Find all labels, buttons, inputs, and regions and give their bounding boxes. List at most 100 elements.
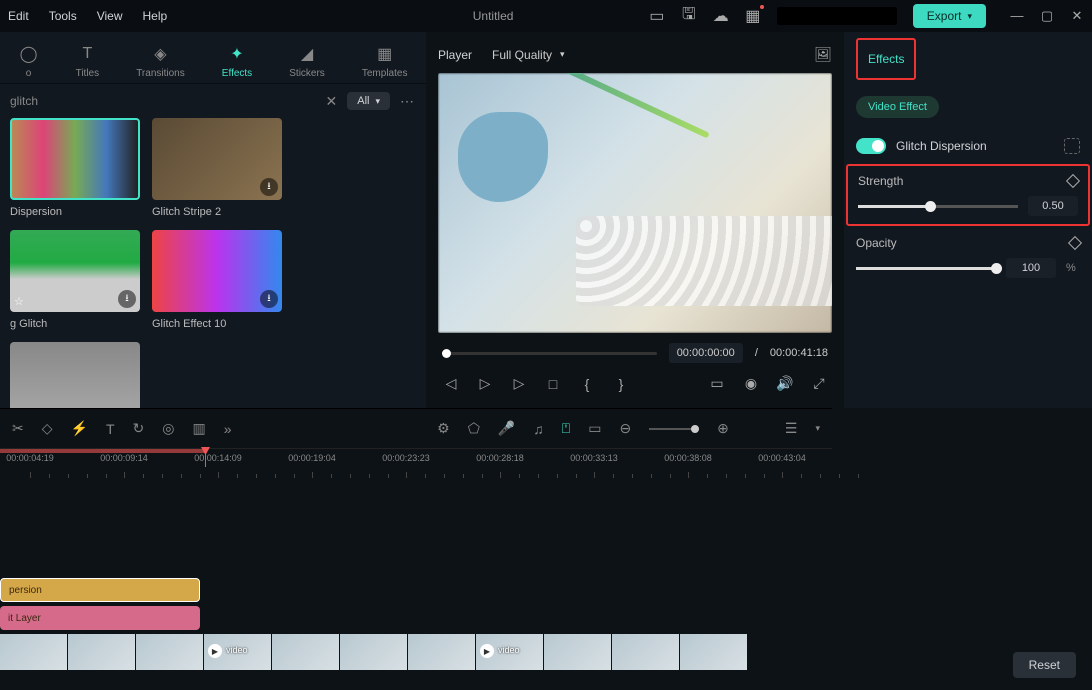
menu-edit[interactable]: Edit bbox=[8, 9, 29, 23]
video-clip[interactable] bbox=[136, 634, 204, 670]
list-icon[interactable]: ☰ bbox=[785, 420, 798, 437]
marker-icon[interactable]: ⬠ bbox=[468, 420, 480, 437]
play-outline-icon[interactable]: ▷ bbox=[510, 375, 528, 392]
video-clip[interactable] bbox=[0, 634, 68, 670]
text-icon[interactable]: T bbox=[106, 421, 115, 437]
effect-card[interactable]: ⭳ Glitch Effect 10 bbox=[152, 230, 282, 330]
scrub-knob[interactable] bbox=[442, 349, 451, 358]
play-icon[interactable]: ▷ bbox=[476, 375, 494, 392]
effect-thumb[interactable]: ⭳ bbox=[152, 230, 282, 312]
menu-tools[interactable]: Tools bbox=[49, 9, 77, 23]
keyframe-box-icon[interactable] bbox=[1064, 138, 1080, 154]
tab-titles[interactable]: TTitles bbox=[68, 40, 108, 83]
magnet-icon[interactable]: ⍞ bbox=[562, 420, 570, 437]
strength-value[interactable]: 0.50 bbox=[1028, 196, 1078, 216]
time-ruler[interactable]: 00:00:04:1900:00:09:1400:00:14:0900:00:1… bbox=[0, 448, 832, 478]
effect-card[interactable]: Dispersion bbox=[10, 118, 140, 218]
video-clip[interactable]: ▶video bbox=[476, 634, 544, 670]
video-clip[interactable] bbox=[340, 634, 408, 670]
reset-button[interactable]: Reset bbox=[1013, 652, 1076, 678]
camera-icon[interactable]: ◉ bbox=[742, 375, 760, 392]
video-clip[interactable] bbox=[680, 634, 748, 670]
effect-thumb[interactable]: ☆⭳ bbox=[10, 230, 140, 312]
rotate-icon[interactable]: ↻ bbox=[133, 420, 145, 437]
download-icon[interactable]: ⭳ bbox=[260, 290, 278, 308]
volume-icon[interactable]: 🔊 bbox=[776, 375, 794, 392]
effect-toggle[interactable] bbox=[856, 138, 886, 154]
effect-thumb[interactable] bbox=[10, 118, 140, 200]
layout-icon[interactable]: ▭ bbox=[649, 8, 665, 24]
save-icon[interactable]: 🖫 bbox=[681, 8, 697, 24]
video-track[interactable]: ▶video ▶video bbox=[0, 634, 832, 670]
opacity-value[interactable]: 100 bbox=[1006, 258, 1056, 278]
tab-effects[interactable]: ✦Effects bbox=[214, 40, 260, 83]
mark-out-icon[interactable]: } bbox=[612, 376, 630, 392]
prev-frame-icon[interactable]: ◁ bbox=[442, 375, 460, 392]
clear-search-icon[interactable]: ✕ bbox=[326, 93, 338, 110]
menu-help[interactable]: Help bbox=[143, 9, 168, 23]
keyframe-icon[interactable] bbox=[1066, 174, 1080, 188]
mask-icon[interactable]: ◎ bbox=[162, 420, 174, 437]
strength-slider[interactable] bbox=[858, 205, 1018, 208]
video-clip[interactable] bbox=[68, 634, 136, 670]
scrub-track[interactable] bbox=[442, 352, 657, 355]
stop-icon[interactable]: □ bbox=[544, 376, 562, 392]
search-query[interactable]: glitch bbox=[10, 94, 316, 108]
gear-icon[interactable]: ⚙ bbox=[437, 420, 450, 437]
download-icon[interactable]: ⭳ bbox=[260, 178, 278, 196]
star-icon[interactable]: ☆ bbox=[14, 295, 24, 308]
keyframe-icon[interactable] bbox=[1068, 236, 1082, 250]
preview-canvas[interactable] bbox=[438, 73, 832, 333]
zoom-out-icon[interactable]: ⊖ bbox=[619, 420, 631, 437]
export-button[interactable]: Export▾ bbox=[913, 4, 986, 28]
top-icons: ▭ 🖫 ☁ ▦ Export▾ — ▢ ✕ bbox=[649, 4, 1084, 28]
filter-all[interactable]: All▾ bbox=[347, 92, 390, 110]
display-icon[interactable]: ▭ bbox=[708, 375, 726, 392]
cloud-icon[interactable]: ☁ bbox=[713, 8, 729, 24]
ratio-icon[interactable]: ▭ bbox=[588, 420, 601, 437]
effect-clip[interactable]: persion bbox=[0, 578, 200, 602]
opacity-knob[interactable] bbox=[991, 263, 1002, 274]
quality-dropdown[interactable]: Full Quality▾ bbox=[492, 48, 565, 62]
cut-icon[interactable]: ✂ bbox=[12, 420, 24, 437]
opacity-slider[interactable] bbox=[856, 267, 996, 270]
video-clip[interactable] bbox=[272, 634, 340, 670]
video-clip[interactable] bbox=[544, 634, 612, 670]
fullscreen-icon[interactable]: ⤢ bbox=[810, 375, 828, 392]
tab-templates[interactable]: ▦Templates bbox=[354, 40, 416, 83]
strength-knob[interactable] bbox=[925, 201, 936, 212]
effect-card[interactable]: ⭳ Glitch Stripe 2 bbox=[152, 118, 282, 218]
effect-thumb[interactable]: ⭳ bbox=[152, 118, 282, 200]
snapshot-icon[interactable]: 🖼 bbox=[814, 46, 832, 63]
video-clip[interactable]: ▶video bbox=[204, 634, 272, 670]
mark-in-icon[interactable]: { bbox=[578, 376, 596, 392]
tab-transitions[interactable]: ◈Transitions bbox=[128, 40, 193, 83]
chevron-down-icon[interactable]: ▾ bbox=[815, 423, 820, 434]
video-clip[interactable] bbox=[408, 634, 476, 670]
video-effect-chip[interactable]: Video Effect bbox=[856, 96, 939, 118]
mic-icon[interactable]: 🎤 bbox=[498, 420, 515, 437]
maximize-button[interactable]: ▢ bbox=[1040, 8, 1054, 24]
zoom-in-icon[interactable]: ⊕ bbox=[717, 420, 729, 437]
more-tools-icon[interactable]: » bbox=[224, 421, 232, 437]
adjust-icon[interactable]: ▥ bbox=[192, 420, 205, 437]
effect-thumb[interactable] bbox=[10, 342, 140, 408]
tab-stickers[interactable]: ◢Stickers bbox=[281, 40, 333, 83]
more-icon[interactable]: ⋯ bbox=[400, 93, 416, 110]
adjustment-clip[interactable]: it Layer bbox=[0, 606, 200, 630]
titles-icon: T bbox=[77, 44, 97, 64]
crop-icon[interactable]: ◇ bbox=[42, 420, 53, 437]
close-button[interactable]: ✕ bbox=[1070, 8, 1084, 24]
effect-card[interactable]: ☆⭳ g Glitch bbox=[10, 230, 140, 330]
tab-cut[interactable]: ◯o bbox=[11, 40, 47, 83]
apps-icon[interactable]: ▦ bbox=[745, 8, 761, 24]
download-icon[interactable]: ⭳ bbox=[118, 290, 136, 308]
zoom-slider[interactable] bbox=[649, 428, 699, 430]
video-clip[interactable] bbox=[612, 634, 680, 670]
tab-effects-props[interactable]: Effects bbox=[856, 38, 916, 80]
menu-view[interactable]: View bbox=[97, 9, 123, 23]
speed-icon[interactable]: ⚡ bbox=[71, 420, 88, 437]
effect-card[interactable] bbox=[10, 342, 140, 408]
minimize-button[interactable]: — bbox=[1010, 8, 1024, 24]
music-icon[interactable]: ♫ bbox=[533, 421, 544, 437]
